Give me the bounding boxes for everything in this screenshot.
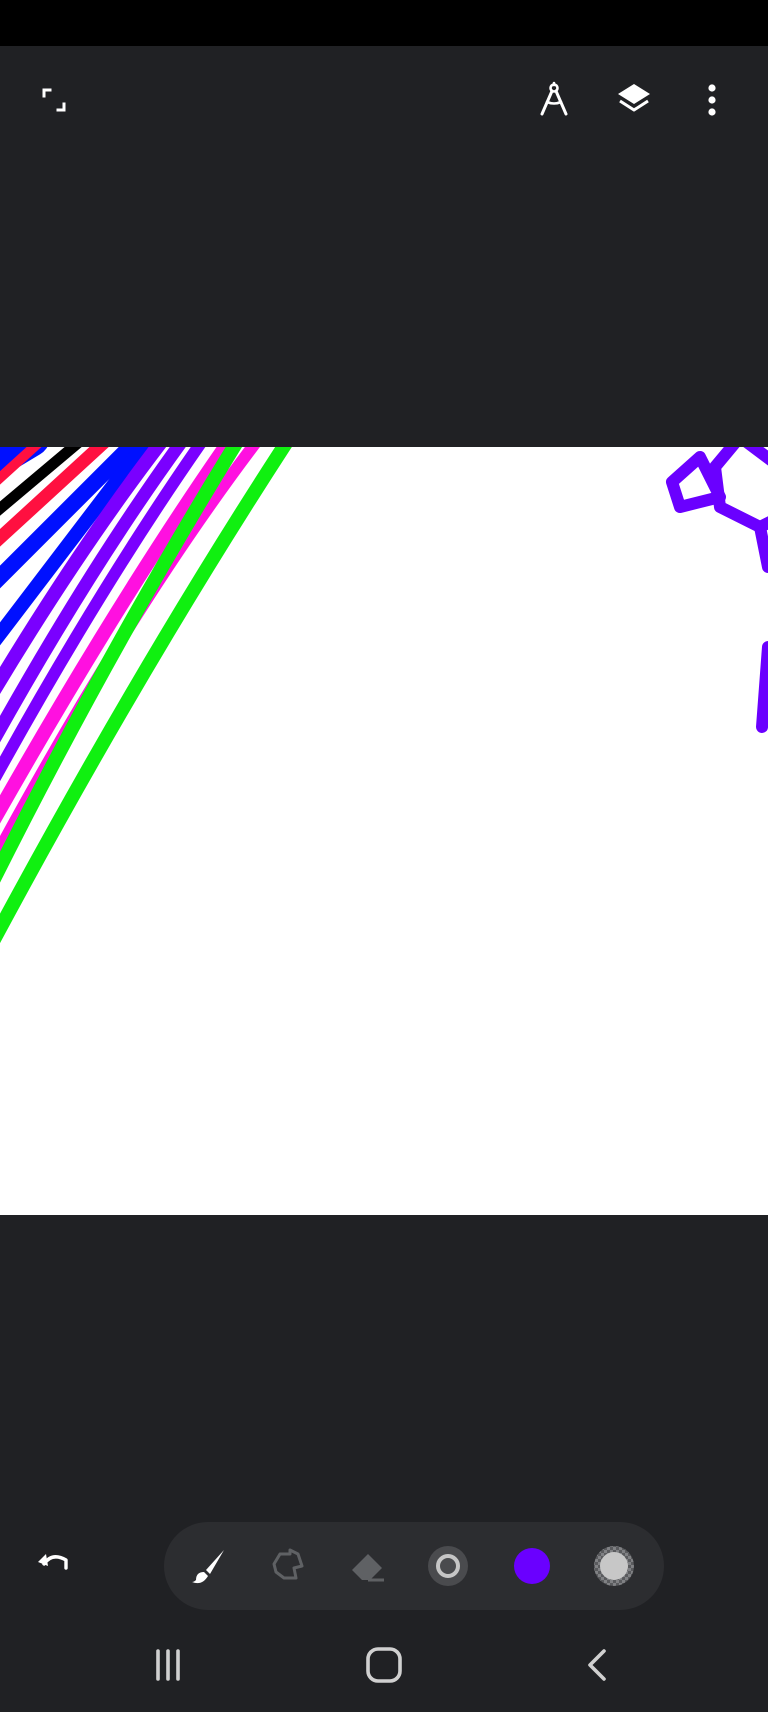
more-vert-icon [708,84,716,116]
drawing-app-screen [0,0,768,1712]
stroke-purple-figure [666,447,768,733]
system-nav-bar [0,1620,768,1712]
color-swatch-icon [514,1548,550,1584]
brush-size-icon [428,1546,468,1586]
color-picker-button[interactable] [500,1534,564,1598]
home-icon [366,1647,402,1683]
opacity-icon [594,1546,634,1586]
canvas-strokes [0,447,768,944]
eraser-tool[interactable] [336,1534,400,1598]
recent-apps-icon [156,1649,180,1681]
tool-palette [164,1522,664,1610]
smudge-icon [272,1548,304,1580]
back-button[interactable] [558,1630,638,1700]
drawing-canvas[interactable] [0,447,768,1215]
back-icon [588,1649,606,1681]
fullscreen-button[interactable] [22,68,86,132]
fullscreen-icon [42,88,66,112]
undo-icon [38,1554,68,1570]
brush-tool[interactable] [176,1534,240,1598]
brush-icon [192,1550,224,1584]
more-options-button[interactable] [680,68,744,132]
smudge-tool[interactable] [256,1534,320,1598]
undo-button[interactable] [22,1528,86,1592]
ruler-compass-button[interactable] [522,68,586,132]
status-bar [0,0,768,46]
opacity-button[interactable] [582,1534,646,1598]
layers-icon [618,84,650,112]
recent-apps-button[interactable] [128,1630,208,1700]
top-app-bar [0,46,768,156]
bottom-controls [0,1500,768,1640]
compass-ruler-icon [540,81,568,116]
brush-size-button[interactable] [416,1534,480,1598]
eraser-icon [352,1554,384,1582]
home-button[interactable] [344,1630,424,1700]
layers-button[interactable] [602,68,666,132]
